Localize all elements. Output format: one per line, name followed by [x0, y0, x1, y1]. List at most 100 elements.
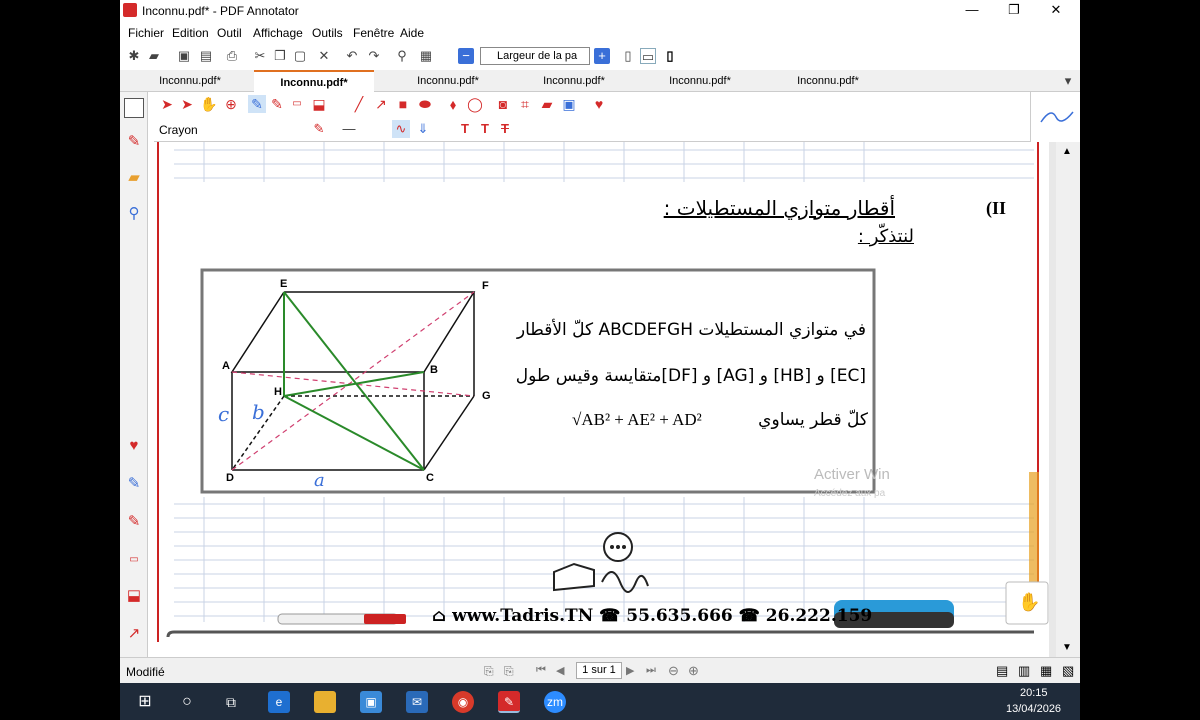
menu-edition[interactable]: Edition: [172, 26, 209, 40]
tab-document-6[interactable]: Inconnu.pdf*: [768, 70, 888, 92]
attachment-icon[interactable]: ⚲: [124, 204, 144, 224]
vertical-scrollbar[interactable]: ▲ ▼: [1056, 142, 1080, 657]
crop-tool-icon[interactable]: ⌗: [516, 95, 534, 113]
file-explorer-icon[interactable]: [314, 691, 336, 713]
delete-icon[interactable]: ✕: [316, 48, 332, 64]
single-page-icon[interactable]: ▯: [620, 48, 636, 64]
pen-blue-icon[interactable]: ✎: [124, 474, 144, 494]
next-page-icon[interactable]: ▶: [626, 664, 634, 677]
task-view-icon[interactable]: ⧉: [220, 691, 242, 713]
arrow-tool-icon[interactable]: ↗: [124, 624, 144, 644]
back-icon[interactable]: ⊖: [668, 663, 679, 679]
document-viewport[interactable]: أقطار متوازي المستطيلات : (II لنتذكّر : …: [154, 142, 1056, 657]
view-continuous-icon[interactable]: ▥: [1018, 663, 1030, 679]
stamp-tool-icon[interactable]: ⬓: [310, 95, 328, 113]
lasso-tool-icon[interactable]: ◯: [466, 95, 484, 113]
hand-icon[interactable]: ✋: [200, 95, 218, 113]
save-icon[interactable]: ▣: [176, 48, 192, 64]
tab-document-4[interactable]: Inconnu.pdf*: [514, 70, 634, 92]
blank-page-icon[interactable]: [124, 98, 144, 118]
view-facing-icon[interactable]: ▦: [1040, 663, 1052, 679]
freehand-smooth-icon[interactable]: ∿: [392, 120, 410, 138]
cut-icon[interactable]: ✂: [252, 48, 268, 64]
pencil-tool-icon[interactable]: ✎: [248, 95, 266, 113]
strikethrough-icon[interactable]: T: [496, 120, 514, 138]
windows-start-icon[interactable]: ⊞: [134, 691, 156, 713]
insert-image-icon[interactable]: ▣: [560, 95, 578, 113]
zoom-in-icon[interactable]: +: [594, 48, 610, 64]
minimize-button[interactable]: —: [952, 0, 992, 22]
line-style-icon[interactable]: —: [340, 120, 358, 138]
scroll-down-icon[interactable]: ▼: [1062, 642, 1072, 653]
tab-document-2[interactable]: Inconnu.pdf*: [254, 70, 374, 92]
pressure-icon[interactable]: ⇓: [414, 120, 432, 138]
store-icon[interactable]: ▣: [360, 691, 382, 713]
rectangle-tool-icon[interactable]: ■: [394, 95, 412, 113]
find-icon[interactable]: ⚲: [394, 48, 410, 64]
open-folder-icon[interactable]: ▰: [146, 48, 162, 64]
tabs-dropdown-icon[interactable]: ▾: [1060, 73, 1076, 89]
ruler-tool-icon[interactable]: ▰: [538, 95, 556, 113]
close-button[interactable]: ✕: [1036, 0, 1076, 22]
eraser-tool-icon[interactable]: ⬧: [444, 95, 462, 113]
text-format-2-icon[interactable]: T: [476, 120, 494, 138]
menu-fenetre[interactable]: Fenêtre: [353, 26, 394, 40]
line-tool-icon[interactable]: ╱: [350, 95, 368, 113]
pen-color-icon[interactable]: ✎: [310, 120, 328, 138]
scroll-up-icon[interactable]: ▲: [1062, 146, 1072, 157]
stamp-icon[interactable]: ⬓: [124, 586, 144, 606]
favorites-tool-icon[interactable]: ♥: [590, 95, 608, 113]
view-facing-continuous-icon[interactable]: ▧: [1062, 663, 1074, 679]
pdf-annotator-task-icon[interactable]: ✎: [498, 691, 520, 713]
pen-icon[interactable]: ✎: [124, 132, 144, 152]
menu-outils[interactable]: Outils: [312, 26, 343, 40]
zoom-app-icon[interactable]: zm: [544, 691, 566, 713]
next-doc-icon[interactable]: ⎘: [504, 664, 514, 679]
zoom-tool-icon[interactable]: ⊕: [222, 95, 240, 113]
zoom-select[interactable]: Largeur de la pa: [480, 47, 590, 65]
save-as-icon[interactable]: ▤: [198, 48, 214, 64]
prev-doc-icon[interactable]: ⎘: [484, 664, 494, 679]
camera-tool-icon[interactable]: ◙: [494, 95, 512, 113]
forward-icon[interactable]: ⊕: [688, 663, 699, 679]
marker-tool-icon[interactable]: ✎: [268, 95, 286, 113]
menu-fichier[interactable]: Fichier: [128, 26, 164, 40]
note-icon[interactable]: ▰: [124, 168, 144, 188]
textbox-icon[interactable]: ▭: [124, 550, 144, 570]
select-arrow-icon[interactable]: ➤: [158, 95, 176, 113]
view-single-icon[interactable]: ▤: [996, 663, 1008, 679]
menu-affichage[interactable]: Affichage: [253, 26, 303, 40]
menu-aide[interactable]: Aide: [400, 26, 424, 40]
menu-outil[interactable]: Outil: [217, 26, 242, 40]
print-icon[interactable]: ⎙: [224, 48, 240, 64]
ellipse-tool-icon[interactable]: ⬬: [416, 95, 434, 113]
arrow-line-tool-icon[interactable]: ↗: [372, 95, 390, 113]
highlighter-icon[interactable]: ✎: [124, 512, 144, 532]
last-page-icon[interactable]: ⏭: [646, 664, 656, 677]
text-format-icon[interactable]: T: [456, 120, 474, 138]
hand-cursor-icon[interactable]: ✋: [1018, 592, 1040, 613]
favorites-heart-icon[interactable]: ♥: [124, 436, 144, 456]
select-text-icon[interactable]: ➤: [178, 95, 196, 113]
edge-icon[interactable]: e: [268, 691, 290, 713]
first-page-icon[interactable]: ⏮: [536, 664, 546, 677]
fit-width-icon[interactable]: ▭: [640, 48, 656, 64]
chrome-icon[interactable]: ◉: [452, 691, 474, 713]
redo-icon[interactable]: ↷: [366, 48, 382, 64]
maximize-button[interactable]: ❐: [994, 0, 1034, 22]
paste-icon[interactable]: ▢: [292, 48, 308, 64]
mail-icon[interactable]: ✉: [406, 691, 428, 713]
page-layout-icon[interactable]: ▦: [418, 48, 434, 64]
copy-icon[interactable]: ❐: [272, 48, 288, 64]
text-tool-icon[interactable]: ▭: [288, 95, 306, 113]
search-icon[interactable]: ○: [176, 691, 198, 713]
fullscreen-icon[interactable]: ▯: [662, 48, 678, 64]
undo-icon[interactable]: ↶: [344, 48, 360, 64]
tab-document-3[interactable]: Inconnu.pdf*: [388, 70, 508, 92]
zoom-out-icon[interactable]: −: [458, 48, 474, 64]
page-indicator[interactable]: 1 sur 1: [576, 662, 622, 679]
tab-document-5[interactable]: Inconnu.pdf*: [640, 70, 760, 92]
new-document-icon[interactable]: ✱: [126, 48, 142, 64]
prev-page-icon[interactable]: ◀: [556, 664, 564, 677]
tab-document-1[interactable]: Inconnu.pdf*: [130, 70, 250, 92]
